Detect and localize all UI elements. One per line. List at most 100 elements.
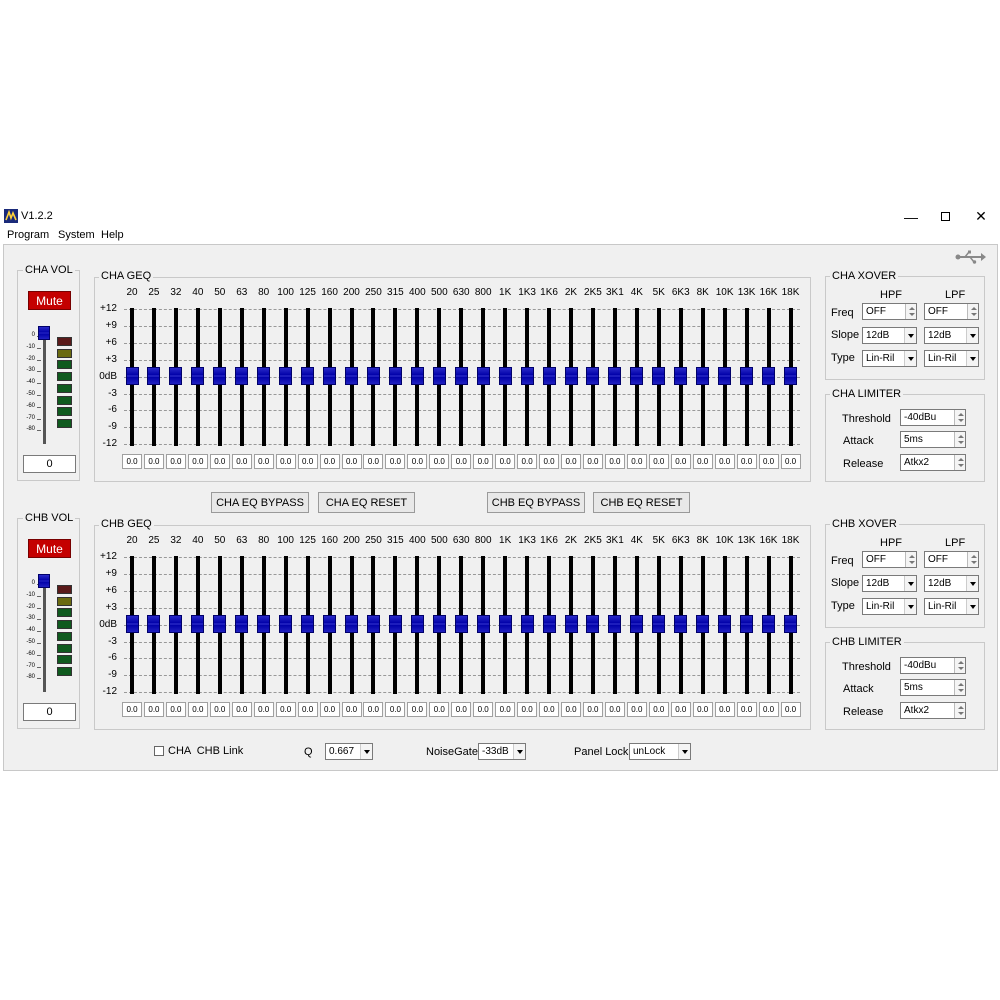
eq-band-value[interactable]: 0.0 <box>165 454 186 469</box>
eq-band-fader[interactable] <box>191 615 205 633</box>
eq-band-value[interactable]: 0.0 <box>714 454 735 469</box>
spinner-arrows-icon[interactable] <box>954 432 965 447</box>
chevron-down-icon[interactable] <box>904 576 916 591</box>
eq-band-value[interactable]: 0.0 <box>209 702 230 717</box>
spinner-arrows-icon[interactable] <box>954 703 965 718</box>
eq-band-value[interactable]: 0.0 <box>297 454 318 469</box>
eq-band-fader[interactable] <box>586 615 600 633</box>
eq-band-value[interactable]: 0.0 <box>692 454 713 469</box>
lpf-freq-spinner[interactable]: OFF <box>924 551 979 568</box>
eq-band-fader[interactable] <box>410 367 424 385</box>
eq-band-fader[interactable] <box>213 615 227 633</box>
eq-band-value[interactable]: 0.0 <box>319 454 340 469</box>
eq-band-value[interactable]: 0.0 <box>122 454 142 469</box>
eq-band-fader[interactable] <box>696 615 710 633</box>
eq-band-value[interactable]: 0.0 <box>407 702 428 717</box>
eq-band-fader[interactable] <box>586 367 600 385</box>
chb-vol-value[interactable]: 0 <box>23 703 76 721</box>
eq-band-value[interactable]: 0.0 <box>692 702 713 717</box>
menu-system[interactable]: System <box>58 229 95 241</box>
eq-band-value[interactable]: 0.0 <box>143 702 164 717</box>
eq-band-value[interactable]: 0.0 <box>363 702 384 717</box>
eq-band-value[interactable]: 0.0 <box>231 702 252 717</box>
eq-band-fader[interactable] <box>301 367 315 385</box>
eq-band-value[interactable]: 0.0 <box>385 454 406 469</box>
eq-band-value[interactable]: 0.0 <box>561 702 581 717</box>
eq-band-fader[interactable] <box>410 615 424 633</box>
eq-band-fader[interactable] <box>498 367 512 385</box>
eq-band-value[interactable]: 0.0 <box>626 702 647 717</box>
hpf-freq-spinner[interactable]: OFF <box>862 551 917 568</box>
cha-mute-button[interactable]: Mute <box>28 291 71 310</box>
spinner-arrows-icon[interactable] <box>905 304 916 319</box>
eq-band-fader[interactable] <box>147 615 161 633</box>
eq-band-value[interactable]: 0.0 <box>539 454 560 469</box>
eq-band-value[interactable]: 0.0 <box>539 702 560 717</box>
spinner-arrows-icon[interactable] <box>954 410 965 425</box>
eq-band-value[interactable]: 0.0 <box>648 702 669 717</box>
eq-band-value[interactable]: 0.0 <box>429 702 450 717</box>
chevron-down-icon[interactable] <box>966 599 978 614</box>
release-spinner[interactable]: Atkx2 <box>900 702 966 719</box>
eq-band-value[interactable]: 0.0 <box>758 702 779 717</box>
eq-band-fader[interactable] <box>520 367 534 385</box>
close-button[interactable]: ✕ <box>963 205 999 228</box>
eq-band-value[interactable]: 0.0 <box>275 454 296 469</box>
chb-mute-button[interactable]: Mute <box>28 539 71 558</box>
hpf-type-select[interactable]: Lin-Ril <box>862 598 917 615</box>
eq-band-fader[interactable] <box>191 367 205 385</box>
eq-band-fader[interactable] <box>279 367 293 385</box>
spinner-arrows-icon[interactable] <box>905 552 916 567</box>
eq-band-fader[interactable] <box>432 615 446 633</box>
spinner-arrows-icon[interactable] <box>954 680 965 695</box>
hpf-slope-select[interactable]: 12dB <box>862 575 917 592</box>
chb-eq-reset-button[interactable]: CHB EQ RESET <box>593 492 690 513</box>
eq-band-fader[interactable] <box>454 367 468 385</box>
hpf-type-select[interactable]: Lin-Ril <box>862 350 917 367</box>
channel-link-checkbox[interactable] <box>154 746 164 756</box>
eq-band-value[interactable]: 0.0 <box>517 702 538 717</box>
eq-band-fader[interactable] <box>345 615 358 633</box>
panel-lock-select[interactable]: unLock <box>629 743 691 760</box>
cha-vol-track[interactable] <box>43 326 46 444</box>
eq-band-value[interactable]: 0.0 <box>407 454 428 469</box>
eq-band-value[interactable]: 0.0 <box>209 454 230 469</box>
menu-program[interactable]: Program <box>7 229 49 241</box>
eq-band-value[interactable]: 0.0 <box>231 454 252 469</box>
eq-band-fader[interactable] <box>366 615 380 633</box>
eq-band-fader[interactable] <box>784 615 797 633</box>
eq-band-fader[interactable] <box>301 615 315 633</box>
eq-band-value[interactable]: 0.0 <box>187 702 208 717</box>
eq-band-value[interactable]: 0.0 <box>604 702 625 717</box>
eq-band-fader[interactable] <box>235 367 249 385</box>
eq-band-fader[interactable] <box>608 615 622 633</box>
eq-band-fader[interactable] <box>762 367 776 385</box>
maximize-button[interactable] <box>927 205 963 228</box>
eq-band-value[interactable]: 0.0 <box>253 454 274 469</box>
eq-band-value[interactable]: 0.0 <box>714 702 735 717</box>
eq-band-fader[interactable] <box>762 615 776 633</box>
hpf-slope-select[interactable]: 12dB <box>862 327 917 344</box>
eq-band-value[interactable]: 0.0 <box>758 454 779 469</box>
eq-band-value[interactable]: 0.0 <box>473 454 494 469</box>
attack-spinner[interactable]: 5ms <box>900 431 966 448</box>
eq-band-value[interactable]: 0.0 <box>187 454 208 469</box>
eq-band-fader[interactable] <box>564 615 578 633</box>
threshold-spinner[interactable]: -40dBu <box>900 657 966 674</box>
eq-band-value[interactable]: 0.0 <box>473 702 494 717</box>
eq-band-fader[interactable] <box>608 367 622 385</box>
eq-band-fader[interactable] <box>740 367 754 385</box>
eq-band-fader[interactable] <box>476 615 490 633</box>
attack-spinner[interactable]: 5ms <box>900 679 966 696</box>
eq-band-fader[interactable] <box>388 367 402 385</box>
eq-band-value[interactable]: 0.0 <box>385 702 406 717</box>
eq-band-fader[interactable] <box>652 367 666 385</box>
eq-band-fader[interactable] <box>169 615 183 633</box>
eq-band-value[interactable]: 0.0 <box>670 454 691 469</box>
eq-band-fader[interactable] <box>696 367 710 385</box>
q-select[interactable]: 0.667 <box>325 743 373 760</box>
noisegate-select[interactable]: -33dB <box>478 743 526 760</box>
eq-band-value[interactable]: 0.0 <box>297 702 318 717</box>
eq-band-fader[interactable] <box>630 367 644 385</box>
cha-vol-fader[interactable] <box>38 326 50 340</box>
